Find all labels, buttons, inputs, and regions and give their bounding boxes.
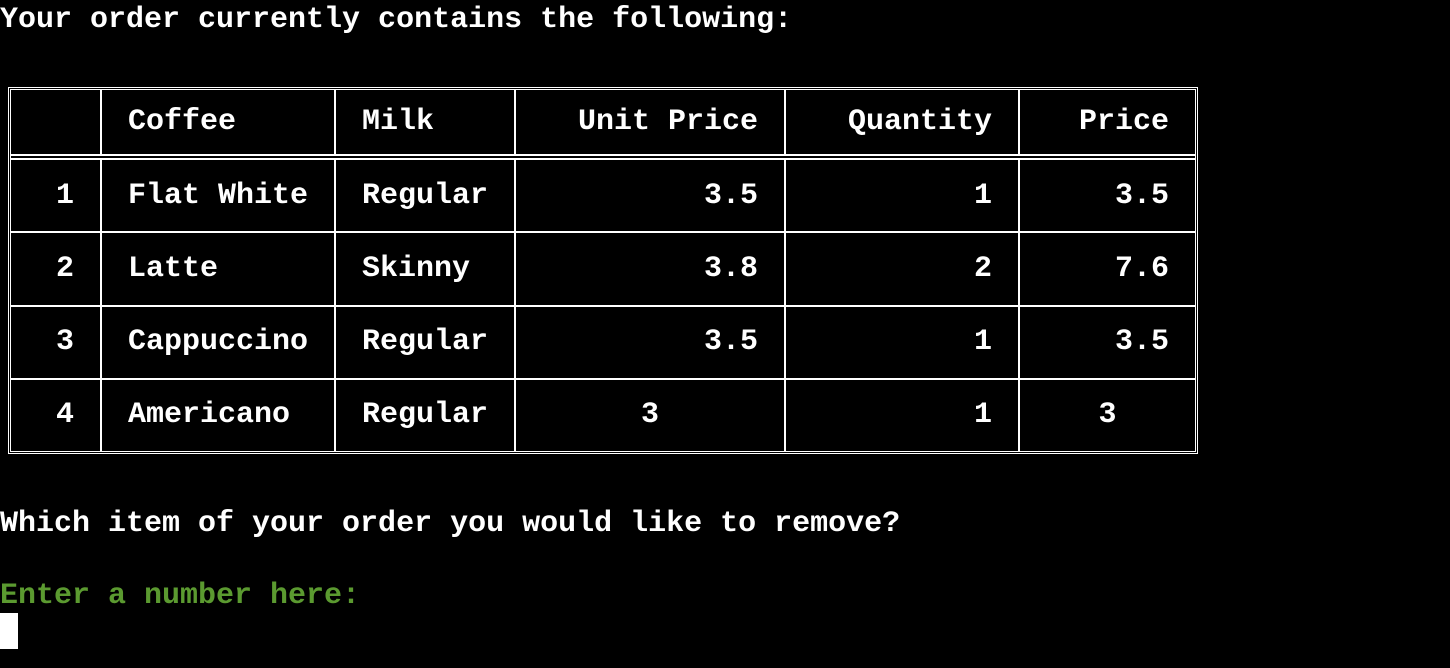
header-price: Price: [1018, 90, 1195, 160]
table-header-row: Coffee Milk Unit Price Quantity Price: [11, 90, 1195, 160]
cell-coffee: Flat White: [100, 157, 336, 234]
cell-milk: Regular: [334, 377, 516, 451]
cell-coffee: Cappuccino: [100, 304, 336, 380]
header-coffee: Coffee: [100, 90, 336, 160]
cell-quantity: 1: [784, 304, 1020, 380]
cell-index: 4: [11, 377, 102, 451]
header-quantity: Quantity: [784, 90, 1020, 160]
number-input-prompt: Enter a number here:: [0, 579, 361, 613]
cell-index: 3: [11, 304, 102, 380]
cell-quantity: 1: [784, 377, 1020, 451]
terminal-input-cursor[interactable]: [0, 613, 18, 649]
table-row: 4 Americano Regular 3 1 3: [11, 377, 1195, 451]
cell-price: 3: [1018, 377, 1195, 451]
cell-unit-price: 3.8: [514, 231, 786, 307]
table-row: 2 Latte Skinny 3.8 2 7.6: [11, 231, 1195, 307]
order-intro-text: Your order currently contains the follow…: [0, 3, 793, 37]
cell-coffee: Americano: [100, 377, 336, 451]
cell-price: 3.5: [1018, 157, 1195, 234]
header-milk: Milk: [334, 90, 516, 160]
cell-milk: Skinny: [334, 231, 516, 307]
cell-unit-price: 3.5: [514, 304, 786, 380]
cell-price: 3.5: [1018, 304, 1195, 380]
order-table: Coffee Milk Unit Price Quantity Price 1 …: [8, 87, 1198, 454]
remove-question-text: Which item of your order you would like …: [0, 507, 901, 541]
cell-price: 7.6: [1018, 231, 1195, 307]
cell-quantity: 2: [784, 231, 1020, 307]
table-row: 3 Cappuccino Regular 3.5 1 3.5: [11, 304, 1195, 380]
table-row: 1 Flat White Regular 3.5 1 3.5: [11, 157, 1195, 234]
cell-milk: Regular: [334, 304, 516, 380]
header-unit-price: Unit Price: [514, 90, 786, 160]
cell-unit-price: 3: [514, 377, 786, 451]
cell-unit-price: 3.5: [514, 157, 786, 234]
cell-index: 1: [11, 157, 102, 234]
cell-index: 2: [11, 231, 102, 307]
header-index: [11, 90, 102, 160]
cell-milk: Regular: [334, 157, 516, 234]
cell-coffee: Latte: [100, 231, 336, 307]
cell-quantity: 1: [784, 157, 1020, 234]
